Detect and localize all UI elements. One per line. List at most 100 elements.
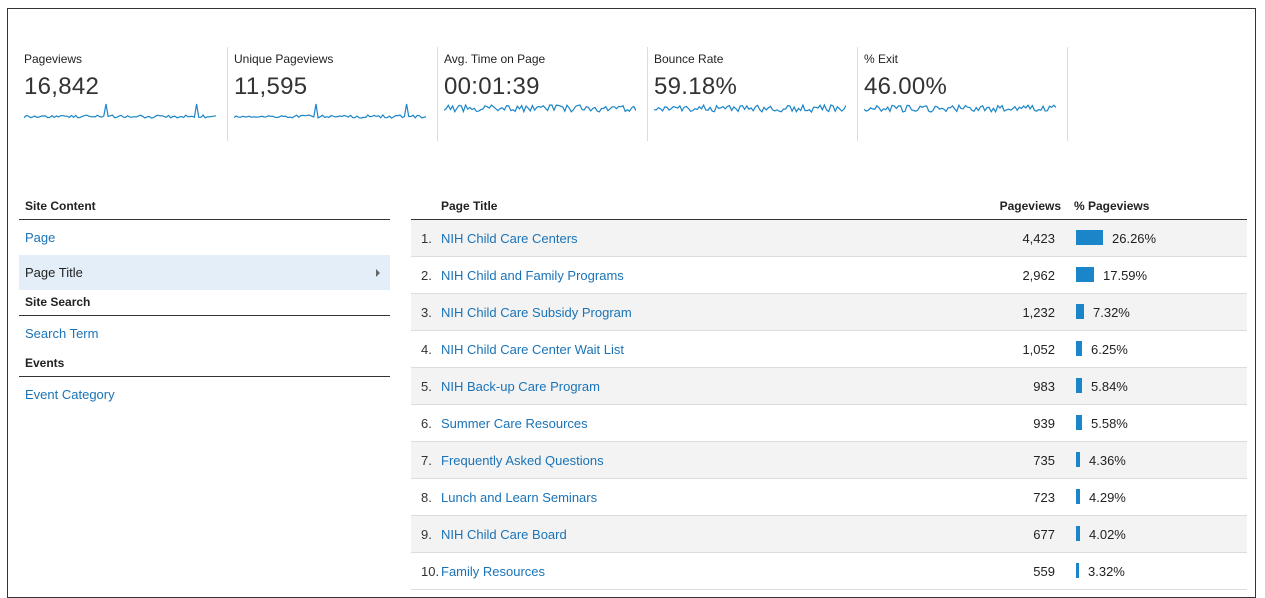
pageviews-value: 1,232: [1022, 305, 1055, 320]
nav-item-search-term[interactable]: Search Term: [19, 316, 390, 351]
pct-bar: [1076, 267, 1094, 282]
pct-value: 5.84%: [1091, 379, 1128, 394]
pct-bar: [1076, 563, 1079, 578]
pct-bar: [1076, 526, 1080, 541]
row-number: 8.: [421, 490, 432, 505]
metric-bounce-rate[interactable]: Bounce Rate 59.18%: [648, 47, 858, 141]
sparkline-path: [654, 103, 846, 114]
table-row: 5. NIH Back-up Care Program 983 5.84%: [411, 368, 1247, 405]
table-header: Page Title Pageviews % Pageviews: [411, 194, 1247, 220]
row-number: 5.: [421, 379, 432, 394]
page-title-link[interactable]: Summer Care Resources: [441, 416, 588, 431]
page-title-table: Page Title Pageviews % Pageviews 1. NIH C…: [411, 194, 1247, 590]
pageviews-value: 983: [1033, 379, 1055, 394]
sparkline-path: [444, 103, 636, 114]
table-row: 3. NIH Child Care Subsidy Program 1,232 7.3…: [411, 294, 1247, 331]
pageviews-value: 723: [1033, 490, 1055, 505]
nav-item-page-title[interactable]: Page Title: [19, 255, 390, 290]
page-title-link[interactable]: NIH Child and Family Programs: [441, 268, 624, 283]
page-title-link[interactable]: Family Resources: [441, 564, 545, 579]
pct-value: 6.25%: [1091, 342, 1128, 357]
pct-bar: [1076, 415, 1082, 430]
pct-value: 5.58%: [1091, 416, 1128, 431]
metric-label: Bounce Rate: [654, 52, 724, 66]
metric-value: 46.00%: [864, 73, 948, 100]
metric-value: 59.18%: [654, 73, 738, 100]
sparkline: [234, 103, 426, 119]
pageviews-value: 939: [1033, 416, 1055, 431]
pct-value: 26.26%: [1112, 231, 1157, 246]
row-number: 10.: [421, 564, 440, 579]
sparkline-path: [24, 103, 216, 119]
row-number: 3.: [421, 305, 432, 320]
column-header-pageviews[interactable]: Pageviews: [1000, 194, 1061, 219]
nav-heading-events: Events: [19, 351, 390, 377]
pct-value: 4.02%: [1089, 527, 1126, 542]
analytics-panel: Pageviews 16,842 Unique Pageviews 11,595…: [7, 8, 1256, 598]
row-number: 1.: [421, 231, 432, 246]
metric-label: Pageviews: [24, 52, 83, 66]
row-number: 4.: [421, 342, 432, 357]
sparkline: [654, 103, 846, 114]
table-row: 7. Frequently Asked Questions 735 4.36%: [411, 442, 1247, 479]
report-nav: Site Content Page Page Title Site Search…: [19, 194, 390, 412]
pageviews-value: 735: [1033, 453, 1055, 468]
table-row: 6. Summer Care Resources 939 5.58%: [411, 405, 1247, 442]
pct-value: 17.59%: [1103, 268, 1148, 283]
pageviews-value: 2,962: [1022, 268, 1055, 283]
page-title-link[interactable]: Lunch and Learn Seminars: [441, 490, 597, 505]
metric-value: 16,842: [24, 73, 100, 100]
metric-pageviews[interactable]: Pageviews 16,842: [18, 47, 228, 141]
sparkline: [864, 103, 1056, 114]
page-title-link[interactable]: NIH Child Care Centers: [441, 231, 578, 246]
page-title-link[interactable]: NIH Child Care Center Wait List: [441, 342, 624, 357]
sparkline: [444, 103, 636, 114]
pct-value: 4.36%: [1089, 453, 1126, 468]
page-title-link[interactable]: NIH Child Care Subsidy Program: [441, 305, 632, 320]
metric-label: Unique Pageviews: [234, 52, 334, 66]
table-row: 2. NIH Child and Family Programs 2,962 17.5…: [411, 257, 1247, 294]
table-row: 8. Lunch and Learn Seminars 723 4.29%: [411, 479, 1247, 516]
nav-item-page[interactable]: Page: [19, 220, 390, 255]
nav-heading-site-search: Site Search: [19, 290, 390, 316]
row-number: 9.: [421, 527, 432, 542]
metric-avg-time-on-page[interactable]: Avg. Time on Page 00:01:39: [438, 47, 648, 141]
row-number: 7.: [421, 453, 432, 468]
metric-label: Avg. Time on Page: [444, 52, 546, 66]
metric-unique-pageviews[interactable]: Unique Pageviews 11,595: [228, 47, 438, 141]
sparkline-path: [864, 103, 1056, 114]
pct-value: 3.32%: [1088, 564, 1125, 579]
page-title-link[interactable]: Frequently Asked Questions: [441, 453, 604, 468]
pct-bar: [1076, 378, 1082, 393]
column-header-pct-pageviews[interactable]: % Pageviews: [1074, 194, 1149, 219]
pct-bar: [1076, 304, 1084, 319]
pct-bar: [1076, 489, 1080, 504]
pageviews-value: 677: [1033, 527, 1055, 542]
metric-label: % Exit: [864, 52, 899, 66]
row-number: 2.: [421, 268, 432, 283]
row-number: 6.: [421, 416, 432, 431]
metric-exit[interactable]: % Exit 46.00%: [858, 47, 1068, 141]
pct-value: 4.29%: [1089, 490, 1126, 505]
metric-value: 00:01:39: [444, 73, 540, 100]
chevron-right-icon: [376, 269, 380, 277]
pct-value: 7.32%: [1093, 305, 1130, 320]
column-header-page-title[interactable]: Page Title: [441, 194, 497, 219]
pageviews-value: 1,052: [1022, 342, 1055, 357]
sparkline: [24, 103, 216, 119]
pct-bar: [1076, 230, 1103, 245]
page-title-link[interactable]: NIH Child Care Board: [441, 527, 567, 542]
metric-value: 11,595: [234, 73, 308, 100]
sparkline-path: [234, 103, 426, 119]
nav-item-event-category[interactable]: Event Category: [19, 377, 390, 412]
table-row: 4. NIH Child Care Center Wait List 1,052 6.…: [411, 331, 1247, 368]
table-row: 9. NIH Child Care Board 677 4.02%: [411, 516, 1247, 553]
table-body: 1. NIH Child Care Centers 4,423 26.26% 2. NIH…: [411, 220, 1247, 590]
nav-item-label: Page Title: [25, 265, 83, 280]
pageviews-value: 559: [1033, 564, 1055, 579]
metrics-row: Pageviews 16,842 Unique Pageviews 11,595…: [18, 47, 1068, 141]
table-row: 1. NIH Child Care Centers 4,423 26.26%: [411, 220, 1247, 257]
page-title-link[interactable]: NIH Back-up Care Program: [441, 379, 600, 394]
nav-heading-site-content: Site Content: [19, 194, 390, 220]
pct-bar: [1076, 452, 1080, 467]
